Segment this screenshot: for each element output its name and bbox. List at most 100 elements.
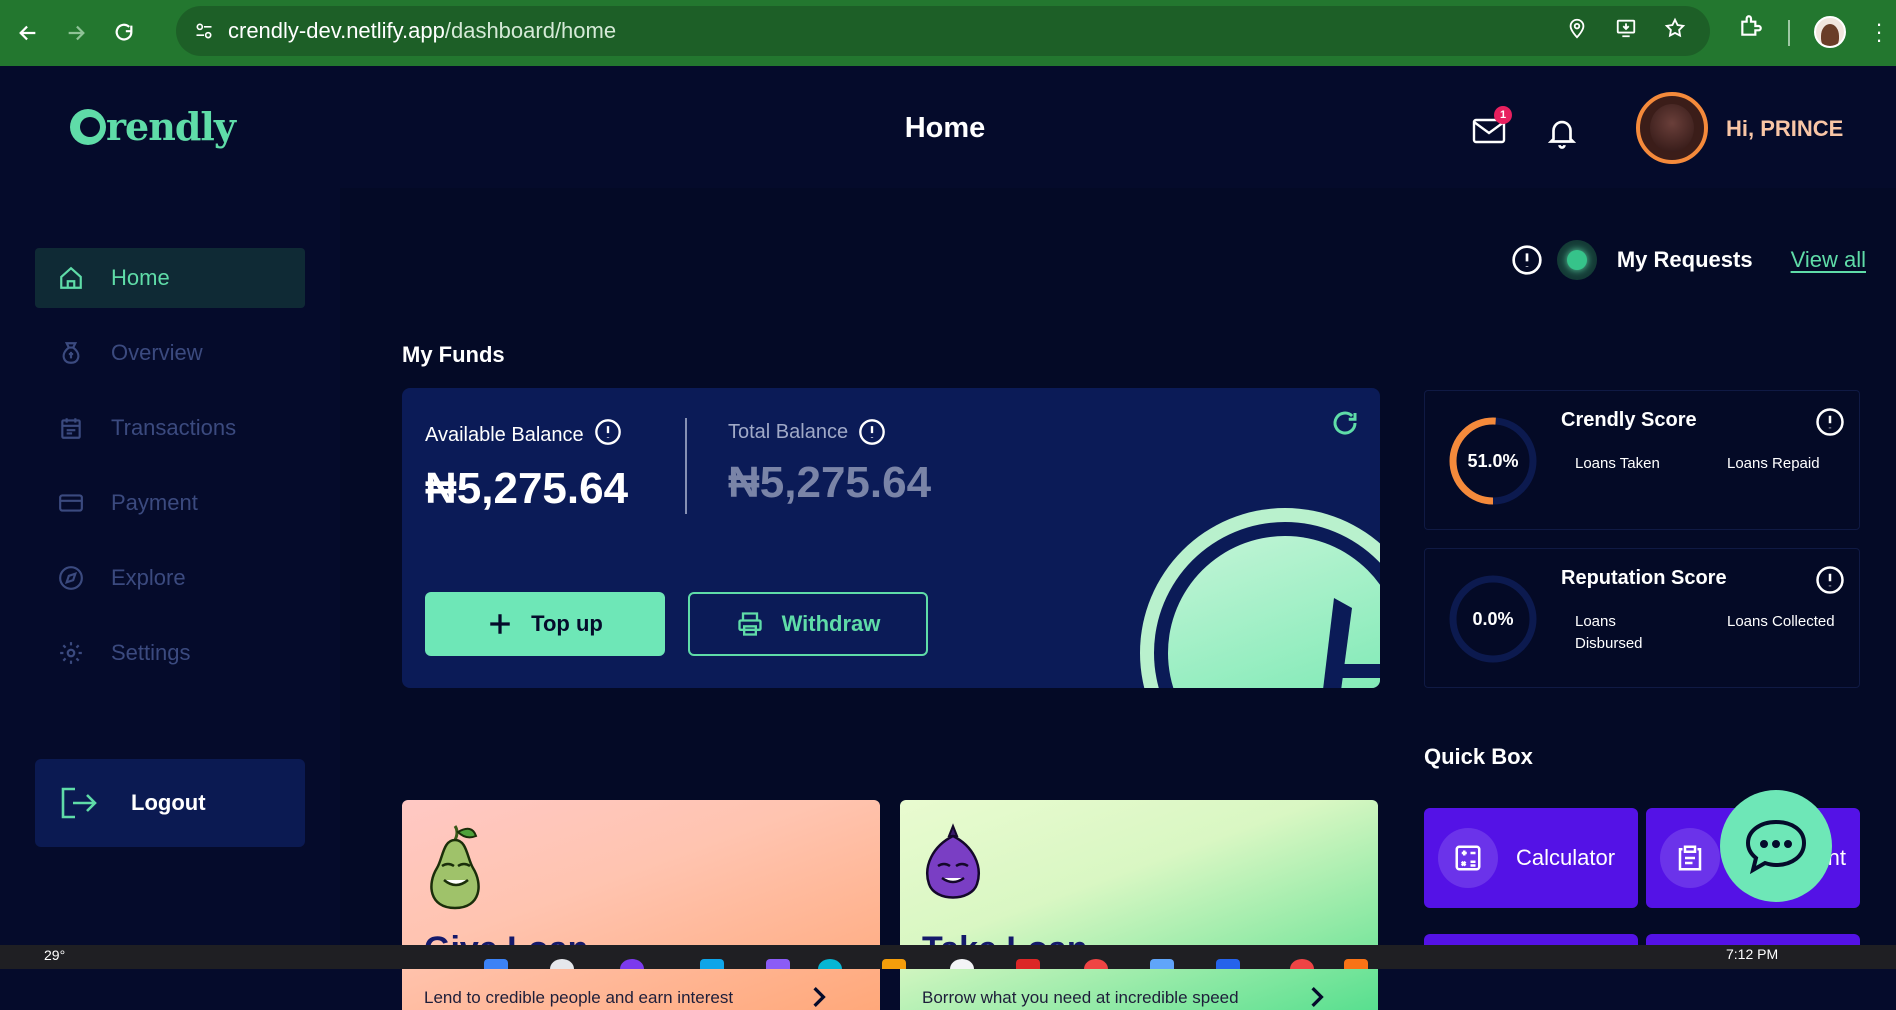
sidebar-item-label: Overview bbox=[111, 340, 203, 365]
logo-mark-icon bbox=[70, 108, 106, 145]
taskbar-app-icon[interactable] bbox=[766, 959, 790, 969]
taskbar-app-icon[interactable] bbox=[1150, 959, 1174, 969]
back-icon[interactable] bbox=[8, 13, 48, 53]
chrome-icon[interactable] bbox=[1084, 959, 1108, 969]
taskbar-app-icon[interactable] bbox=[620, 959, 644, 969]
info-icon[interactable] bbox=[1815, 407, 1845, 437]
logout-label: Logout bbox=[131, 790, 206, 815]
main-content: My Requests View all My Funds Available … bbox=[340, 188, 1896, 1010]
taskbar-clock: 7:12 PM bbox=[1726, 946, 1779, 962]
reputation-score-card: 0.0% Reputation Score Loans Disbursed Lo… bbox=[1424, 548, 1860, 688]
sidebar: Home Overview Transactions Payment Explo… bbox=[0, 188, 340, 945]
calculator-label: Calculator bbox=[1516, 845, 1616, 870]
view-all-link[interactable]: View all bbox=[1791, 247, 1866, 273]
info-icon[interactable] bbox=[594, 418, 622, 452]
taskbar-app-icon[interactable] bbox=[1216, 959, 1240, 969]
refresh-icon[interactable] bbox=[1330, 408, 1360, 438]
bell-icon bbox=[1547, 120, 1577, 149]
crendly-score-value: 51.0% bbox=[1467, 450, 1519, 471]
info-icon[interactable] bbox=[858, 418, 886, 446]
sidebar-item-settings[interactable]: Settings bbox=[35, 623, 305, 683]
page-title: Home bbox=[904, 112, 986, 144]
start-icon[interactable] bbox=[484, 959, 508, 969]
logout-icon bbox=[59, 785, 99, 821]
sidebar-item-label: Transactions bbox=[111, 415, 237, 440]
take-loan-description: Borrow what you need at incredible speed bbox=[922, 988, 1239, 1007]
app-root: rendly Home 1 Hi, PRINCE Home Overview T… bbox=[0, 68, 1896, 1010]
plus-icon bbox=[490, 614, 510, 634]
location-icon[interactable] bbox=[1566, 17, 1588, 45]
notifications-button[interactable] bbox=[1547, 116, 1579, 150]
total-balance-value: ₦5,275.64 bbox=[728, 458, 932, 507]
taskbar-app-icon[interactable] bbox=[950, 959, 974, 969]
taskbar-app-icon[interactable] bbox=[700, 959, 724, 969]
loans-collected-stat: Loans Collected bbox=[1727, 613, 1835, 630]
taskbar-app-icon[interactable] bbox=[1290, 959, 1314, 969]
taskbar-app-icon[interactable] bbox=[818, 959, 842, 969]
chevron-right-icon[interactable] bbox=[810, 986, 828, 1008]
search-icon[interactable] bbox=[550, 959, 574, 969]
sidebar-item-overview[interactable]: Overview bbox=[35, 323, 305, 383]
sidebar-item-explore[interactable]: Explore bbox=[35, 548, 305, 608]
top-up-button[interactable]: Top up bbox=[425, 592, 665, 656]
chat-bubble-icon bbox=[1745, 819, 1807, 874]
printer-icon bbox=[737, 612, 762, 636]
reputation-score-title: Reputation Score bbox=[1561, 567, 1727, 589]
logo-text: rendly bbox=[106, 104, 236, 149]
funds-card: Available Balance ₦5,275.64 Total Balanc… bbox=[402, 388, 1380, 688]
url-path: /dashboard/home bbox=[444, 18, 617, 43]
top-up-label: Top up bbox=[531, 611, 603, 636]
sidebar-item-payment[interactable]: Payment bbox=[35, 473, 305, 533]
taskbar-app-icon[interactable] bbox=[1344, 959, 1368, 969]
browser-profile-avatar[interactable] bbox=[1814, 16, 1846, 48]
reload-icon[interactable] bbox=[104, 13, 144, 53]
crendly-score-card: 51.0% Crendly Score Loans Taken Loans Re… bbox=[1424, 390, 1860, 530]
give-loan-description: Lend to credible people and earn interes… bbox=[424, 988, 734, 1007]
balance-divider bbox=[685, 418, 687, 514]
browser-menu-icon[interactable]: · · · bbox=[1874, 13, 1884, 51]
onion-mascot-icon bbox=[926, 823, 980, 899]
available-balance-label: Available Balance bbox=[425, 423, 584, 446]
card-icon bbox=[57, 489, 85, 517]
install-app-icon[interactable] bbox=[1614, 17, 1638, 45]
file-explorer-icon[interactable] bbox=[882, 959, 906, 969]
toolbar-divider bbox=[1788, 20, 1790, 46]
info-icon[interactable] bbox=[1815, 565, 1845, 595]
withdraw-button[interactable]: Withdraw bbox=[688, 592, 928, 656]
my-funds-title: My Funds bbox=[402, 342, 505, 367]
app-header: rendly Home 1 Hi, PRINCE bbox=[0, 68, 1896, 188]
sidebar-item-label: Settings bbox=[111, 640, 191, 665]
sidebar-item-label: Home bbox=[111, 265, 170, 290]
compass-icon bbox=[57, 564, 85, 592]
user-avatar[interactable] bbox=[1636, 92, 1708, 164]
messages-button[interactable]: 1 bbox=[1472, 106, 1512, 150]
available-balance: Available Balance ₦5,275.64 bbox=[425, 418, 628, 514]
chat-button[interactable] bbox=[1720, 790, 1832, 902]
info-icon[interactable] bbox=[1511, 244, 1543, 276]
weather-temp: 29° bbox=[44, 947, 66, 963]
give-loan-card[interactable]: Give Loan Lend to credible people and ea… bbox=[402, 800, 880, 1010]
url-host: crendly-dev.netlify.app bbox=[228, 18, 445, 43]
calculator-button[interactable]: Calculator bbox=[1424, 808, 1638, 908]
logout-button[interactable]: Logout bbox=[35, 759, 305, 847]
sidebar-item-transactions[interactable]: Transactions bbox=[35, 398, 305, 458]
withdraw-label: Withdraw bbox=[781, 611, 881, 636]
money-bag-icon bbox=[57, 339, 85, 367]
site-settings-icon[interactable] bbox=[194, 21, 214, 41]
available-balance-value: ₦5,275.64 bbox=[425, 464, 629, 513]
my-requests-label: My Requests bbox=[1616, 247, 1753, 272]
total-balance-label: Total Balance bbox=[728, 420, 849, 443]
total-balance: Total Balance ₦5,275.64 bbox=[728, 418, 931, 508]
crendly-logo[interactable]: rendly bbox=[70, 104, 236, 149]
take-loan-card[interactable]: Take Loan Borrow what you need at incred… bbox=[900, 800, 1378, 1010]
taskbar-app-icon[interactable] bbox=[1016, 959, 1040, 969]
quick-box-title: Quick Box bbox=[1424, 744, 1533, 769]
sidebar-item-home[interactable]: Home bbox=[35, 248, 305, 308]
os-taskbar: 29° 7:12 PM bbox=[0, 945, 1896, 969]
bookmark-star-icon[interactable] bbox=[1664, 17, 1686, 45]
forward-icon[interactable] bbox=[56, 13, 96, 53]
chevron-right-icon[interactable] bbox=[1308, 986, 1326, 1008]
reputation-score-value: 0.0% bbox=[1472, 608, 1514, 629]
extensions-icon[interactable] bbox=[1738, 13, 1764, 39]
address-bar[interactable]: crendly-dev.netlify.app/dashboard/home bbox=[176, 6, 1710, 56]
